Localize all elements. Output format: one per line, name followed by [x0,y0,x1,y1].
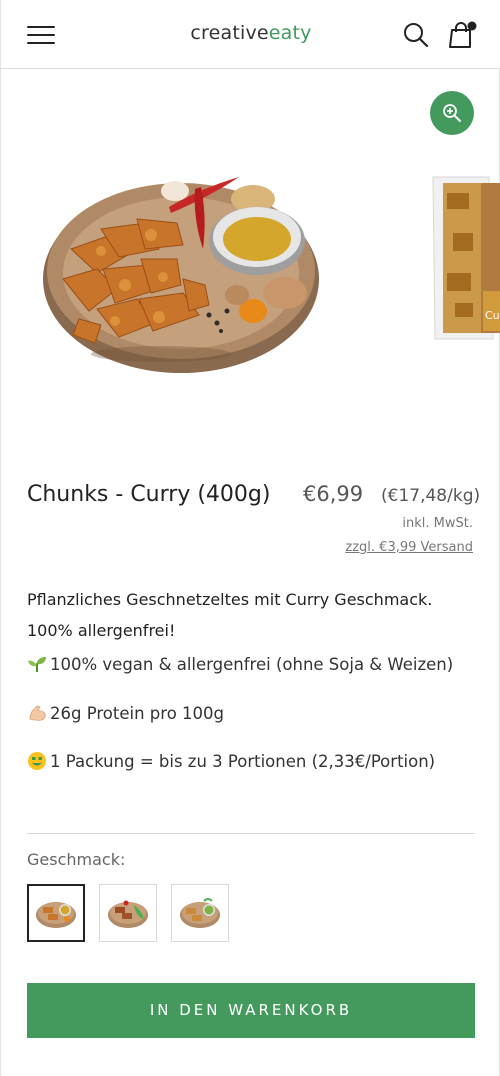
divider [27,833,475,834]
feature-item: 1 Packung = bis zu 3 Portionen (2,33€/Po… [27,751,435,771]
product-image-curry-chunks[interactable] [41,159,331,379]
flavor-swatch-herb[interactable] [99,884,157,942]
product-price: €6,99 [303,482,364,506]
add-to-cart-button[interactable]: IN DEN WARENKORB [27,983,475,1038]
product-title: Chunks - Curry (400g) [27,482,271,507]
swatch-image [36,902,76,928]
package-label-text: Cu [485,309,500,322]
product-gallery[interactable]: Cu [1,69,500,449]
site-header: creativeeaty [1,0,500,69]
swatch-image [108,900,148,928]
feature-item: 26g Protein pro 100g [27,703,224,723]
cart-badge-dot [467,21,477,31]
feature-text: 26g Protein pro 100g [50,703,224,723]
money-mouth-face-icon [28,752,46,770]
product-image-package[interactable]: Cu [429,173,500,343]
flavor-swatch-curry[interactable] [27,884,85,942]
subtitle-line: 100% allergenfrei! [27,621,176,640]
feature-text: 1 Packung = bis zu 3 Portionen (2,33€/Po… [50,751,436,771]
shopping-bag-icon[interactable] [447,20,477,50]
flavor-label: Geschmack: [27,850,126,869]
subtitle-line: Pflanzliches Geschnetzeltes mit Curry Ge… [27,590,433,609]
flavor-swatch-green[interactable] [171,884,229,942]
shipping-link[interactable]: zzgl. €3,99 Versand [345,540,473,555]
logo-text-accent: eaty [268,22,312,44]
feature-text: 100% vegan & allergenfrei (ohne Soja & W… [50,654,454,674]
seedling-icon [28,657,46,672]
logo-text-primary: creative [190,22,269,44]
zoom-button[interactable] [430,91,474,135]
tax-note: inkl. MwSt. [402,516,473,531]
zoom-in-icon [443,104,461,122]
search-icon[interactable] [403,22,429,48]
swatch-image [180,898,220,928]
unit-price: (€17,48/kg) [381,486,481,506]
feature-item: 100% vegan & allergenfrei (ohne Soja & W… [27,654,453,674]
product-subtitle: Pflanzliches Geschnetzeltes mit Curry Ge… [27,584,477,646]
flexed-biceps-icon [29,705,46,721]
